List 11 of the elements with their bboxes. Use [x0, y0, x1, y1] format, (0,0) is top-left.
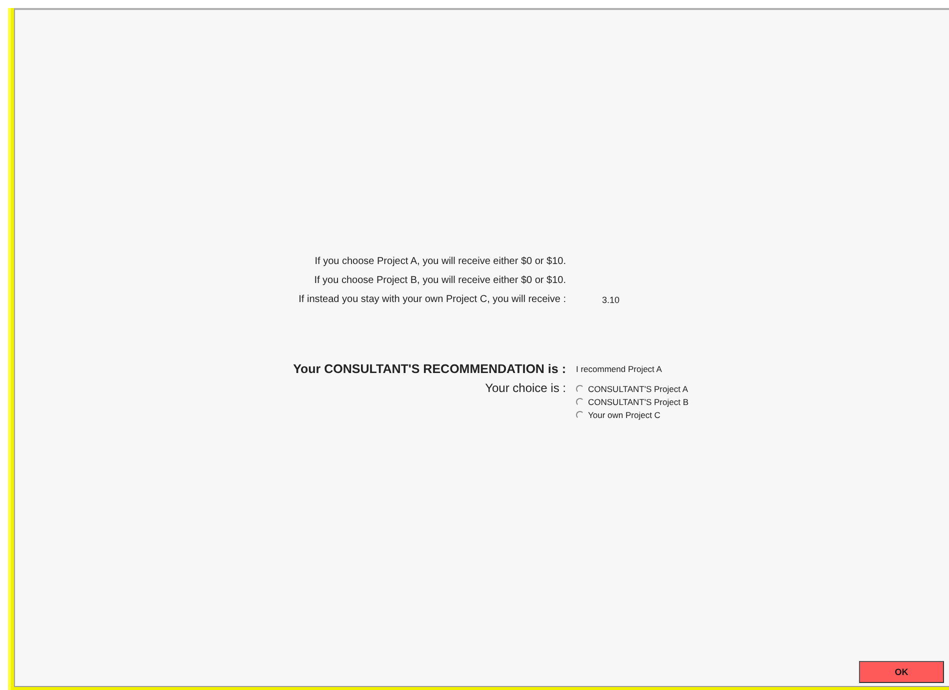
info-text: If instead you stay with your own Project C, you will receive : [298, 293, 566, 307]
radio-option[interactable]: CONSULTANT'S Project A [576, 383, 949, 395]
info-text: If you choose Project A, you will receive either $0 or $10. [314, 255, 566, 269]
radio-option[interactable]: Your own Project C [576, 409, 949, 421]
recommendation-label: Your CONSULTANT'S RECOMMENDATION is : [293, 361, 566, 378]
recommendation-value: I recommend Project A [576, 364, 663, 374]
ok-button[interactable]: OK [859, 661, 944, 683]
radio-option[interactable]: CONSULTANT'S Project B [576, 396, 949, 408]
choice-label: Your choice is : [485, 380, 566, 397]
payoff-value: 3.10 [601, 294, 621, 304]
info-text: If you choose Project B, you will receive either $0 or $10. [314, 274, 566, 288]
